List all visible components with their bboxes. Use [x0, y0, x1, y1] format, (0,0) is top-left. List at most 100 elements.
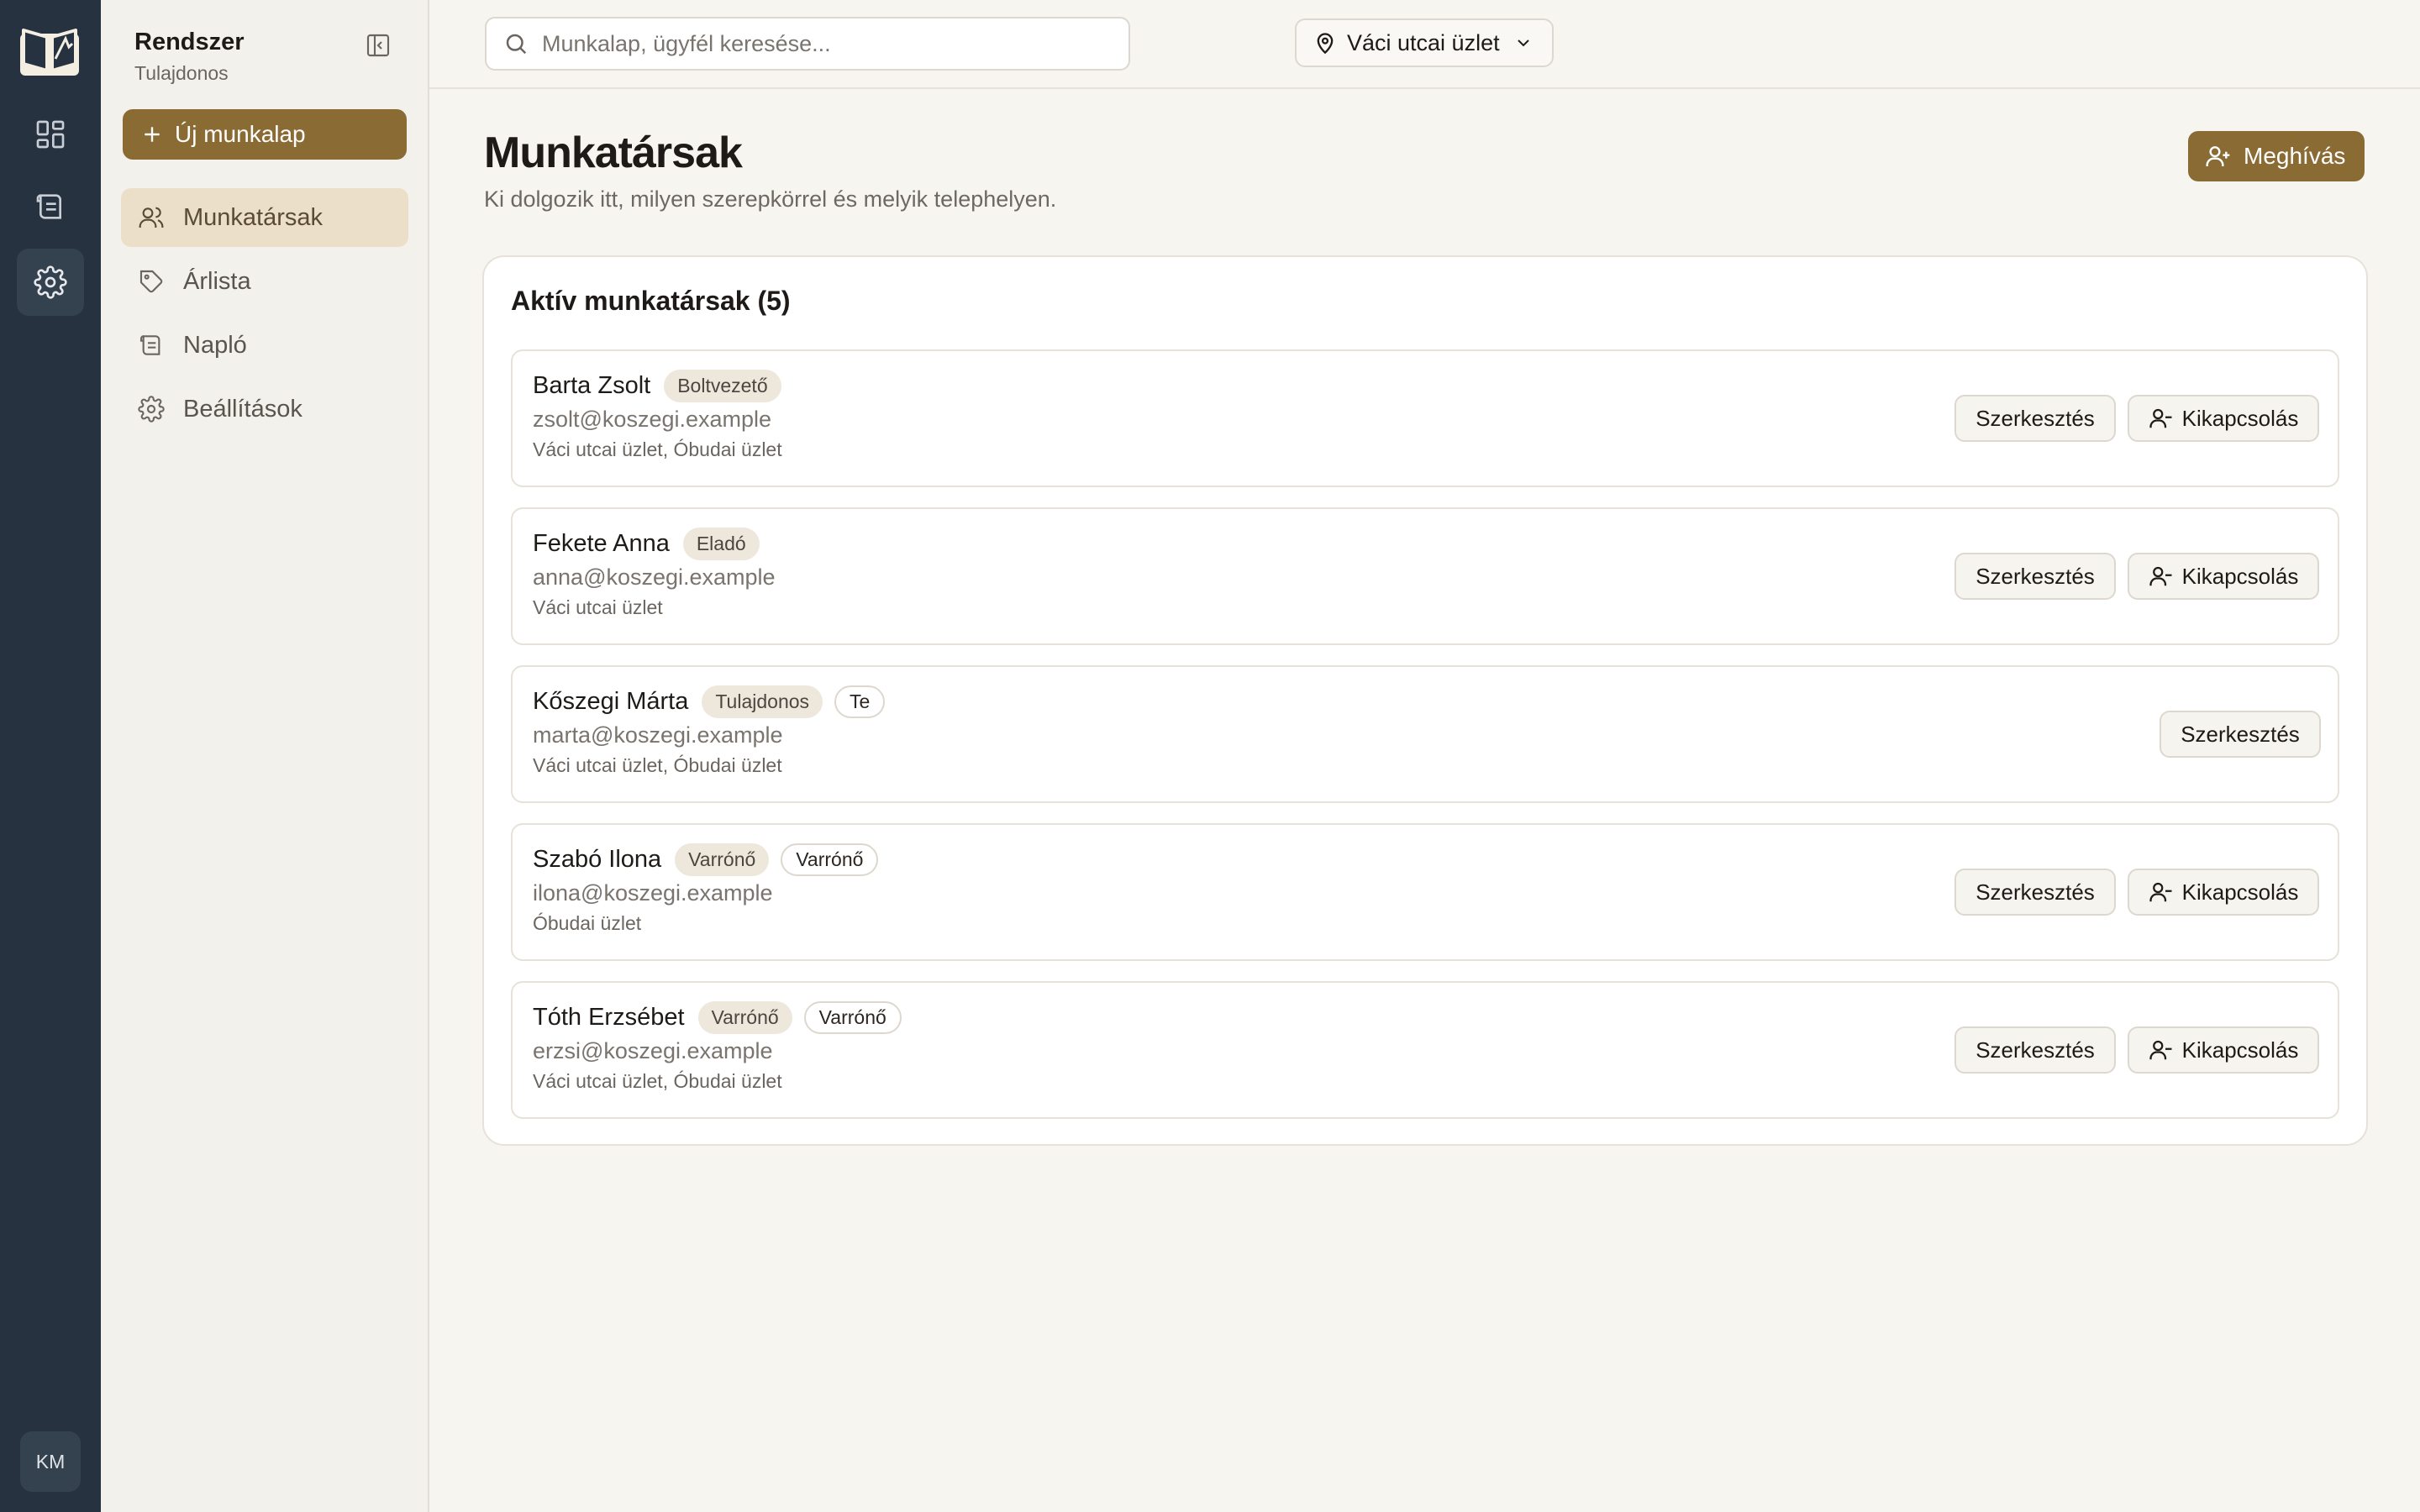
worksheet-icon	[36, 194, 61, 219]
staff-name-line: Barta Zsolt Boltvezető	[533, 370, 793, 402]
user-avatar[interactable]: KM	[20, 1431, 81, 1492]
tag-icon	[139, 270, 163, 293]
sidebar-item-label: Beállítások	[183, 395, 302, 423]
deactivate-button[interactable]: Kikapcsolás	[2128, 869, 2319, 916]
staff-locations: Váci utcai üzlet, Óbudai üzlet	[533, 754, 782, 776]
staff-locations: Óbudai üzlet	[533, 912, 642, 934]
map-pin-icon	[1317, 33, 1334, 55]
location-select-value: Váci utcai üzlet	[1347, 29, 1500, 55]
edit-button-label: Szerkesztés	[1975, 1037, 2095, 1063]
new-worksheet-button[interactable]: Új munkalap	[123, 109, 407, 160]
scroll-icon	[139, 335, 160, 355]
staff-email: zsolt@koszegi.example	[533, 407, 772, 432]
staff-locations: Váci utcai üzlet	[533, 596, 663, 618]
active-staff-card: Aktív munkatársak (5) Barta Zsolt Boltve…	[482, 255, 2368, 1146]
user-plus-icon	[2206, 146, 2230, 166]
role-badge: Boltvezető	[664, 370, 781, 402]
sidebar-title: Rendszer	[134, 29, 245, 55]
staff-name: Szabó Ilona	[533, 846, 662, 873]
sidebar-item-label: Árlista	[183, 267, 251, 295]
staff-name: Barta Zsolt	[533, 372, 651, 399]
gear-icon	[138, 396, 165, 423]
top-bar: Váci utcai üzlet	[429, 0, 2420, 89]
search-icon	[506, 34, 527, 55]
staff-row: Tóth Erzsébet Varrónő Varrónő erzsi@kosz…	[511, 981, 2339, 1119]
edit-button-label: Szerkesztés	[1975, 563, 2095, 589]
staff-name: Kőszegi Márta	[533, 688, 689, 715]
sidebar-item-pricelist[interactable]: Árlista	[121, 252, 408, 311]
sidebar-item-staff[interactable]: Munkatársak	[121, 188, 408, 247]
edit-button[interactable]: Szerkesztés	[1954, 395, 2116, 442]
settings-icon	[34, 265, 67, 299]
location-select[interactable]: Váci utcai üzlet	[1295, 18, 1554, 67]
page-title: Munkatársak	[484, 129, 743, 177]
search-input[interactable]	[542, 30, 1113, 57]
deactivate-button[interactable]: Kikapcsolás	[2128, 553, 2319, 600]
staff-row: Barta Zsolt Boltvezető zsolt@koszegi.exa…	[511, 349, 2339, 487]
deactivate-button[interactable]: Kikapcsolás	[2128, 395, 2319, 442]
app-root: KM Rendszer Tulajdonos Új munkalap Munka…	[0, 0, 2420, 1512]
rail-settings-button[interactable]	[17, 249, 84, 316]
users-icon	[139, 207, 164, 228]
rail-dashboard-button[interactable]	[17, 101, 84, 168]
dashboard-icon	[36, 120, 65, 149]
invite-button-label: Meghívás	[2244, 143, 2346, 169]
sidebar-subtitle: Tulajdonos	[134, 62, 229, 84]
staff-locations: Váci utcai üzlet, Óbudai üzlet	[533, 438, 782, 460]
staff-locations: Váci utcai üzlet, Óbudai üzlet	[533, 1070, 782, 1092]
deactivate-button-label: Kikapcsolás	[2181, 405, 2299, 431]
edit-button[interactable]: Szerkesztés	[1954, 869, 2116, 916]
edit-button[interactable]: Szerkesztés	[1954, 1026, 2116, 1074]
role-badge: Varrónő	[781, 843, 879, 876]
edit-button-label: Szerkesztés	[1975, 879, 2095, 905]
staff-name-line: Tóth Erzsébet Varrónő Varrónő	[533, 1001, 913, 1034]
role-badge: Tulajdonos	[702, 685, 823, 718]
staff-name-line: Kőszegi Márta Tulajdonos Te	[533, 685, 897, 718]
avatar-initials: KM	[35, 1450, 66, 1473]
search-box	[485, 17, 1130, 71]
role-badge: Eladó	[682, 528, 760, 560]
staff-name: Tóth Erzsébet	[533, 1004, 685, 1031]
plus-icon	[145, 127, 160, 142]
rail-worksheet-button[interactable]	[17, 173, 84, 240]
page-subtitle: Ki dolgozik itt, milyen szerepkörrel és …	[484, 186, 1057, 212]
new-worksheet-label: Új munkalap	[175, 121, 306, 147]
deactivate-button-label: Kikapcsolás	[2181, 1037, 2299, 1063]
user-minus-icon	[2149, 882, 2172, 902]
staff-email: erzsi@koszegi.example	[533, 1038, 773, 1063]
edit-button[interactable]: Szerkesztés	[2160, 711, 2321, 758]
deactivate-button-label: Kikapcsolás	[2181, 879, 2299, 905]
sidebar-item-label: Munkatársak	[183, 203, 324, 231]
deactivate-button-label: Kikapcsolás	[2181, 563, 2299, 589]
chevron-down-icon	[1517, 39, 1529, 47]
invite-button[interactable]: Meghívás	[2188, 131, 2365, 181]
sidebar: Rendszer Tulajdonos Új munkalap Munkatár…	[101, 0, 429, 1512]
staff-name: Fekete Anna	[533, 530, 670, 557]
self-badge: Te	[834, 685, 886, 718]
staff-row: Kőszegi Márta Tulajdonos Te marta@koszeg…	[511, 665, 2339, 803]
staff-row: Fekete Anna Eladó anna@koszegi.example V…	[511, 507, 2339, 645]
staff-email: anna@koszegi.example	[533, 564, 776, 590]
staff-name-line: Fekete Anna Eladó	[533, 528, 771, 560]
sidebar-item-settings[interactable]: Beállítások	[121, 380, 408, 438]
icon-rail: KM	[0, 0, 101, 1512]
edit-button-label: Szerkesztés	[2181, 721, 2300, 747]
sidebar-item-label: Napló	[183, 331, 247, 359]
sidebar-item-log[interactable]: Napló	[121, 316, 408, 375]
user-minus-icon	[2149, 566, 2172, 586]
role-badge: Varrónő	[675, 843, 770, 876]
staff-email: marta@koszegi.example	[533, 722, 783, 748]
staff-name-line: Szabó Ilona Varrónő Varrónő	[533, 843, 890, 876]
edit-button-label: Szerkesztés	[1975, 405, 2095, 431]
deactivate-button[interactable]: Kikapcsolás	[2128, 1026, 2319, 1074]
user-minus-icon	[2149, 408, 2172, 428]
book-logo-icon[interactable]	[18, 22, 81, 77]
edit-button[interactable]: Szerkesztés	[1954, 553, 2116, 600]
role-badge: Varrónő	[803, 1001, 902, 1034]
role-badge: Varrónő	[697, 1001, 792, 1034]
user-minus-icon	[2149, 1040, 2172, 1060]
staff-row: Szabó Ilona Varrónő Varrónő ilona@koszeg…	[511, 823, 2339, 961]
collapse-sidebar-icon[interactable]	[365, 32, 392, 59]
active-staff-heading: Aktív munkatársak (5)	[511, 286, 791, 316]
staff-email: ilona@koszegi.example	[533, 880, 773, 906]
